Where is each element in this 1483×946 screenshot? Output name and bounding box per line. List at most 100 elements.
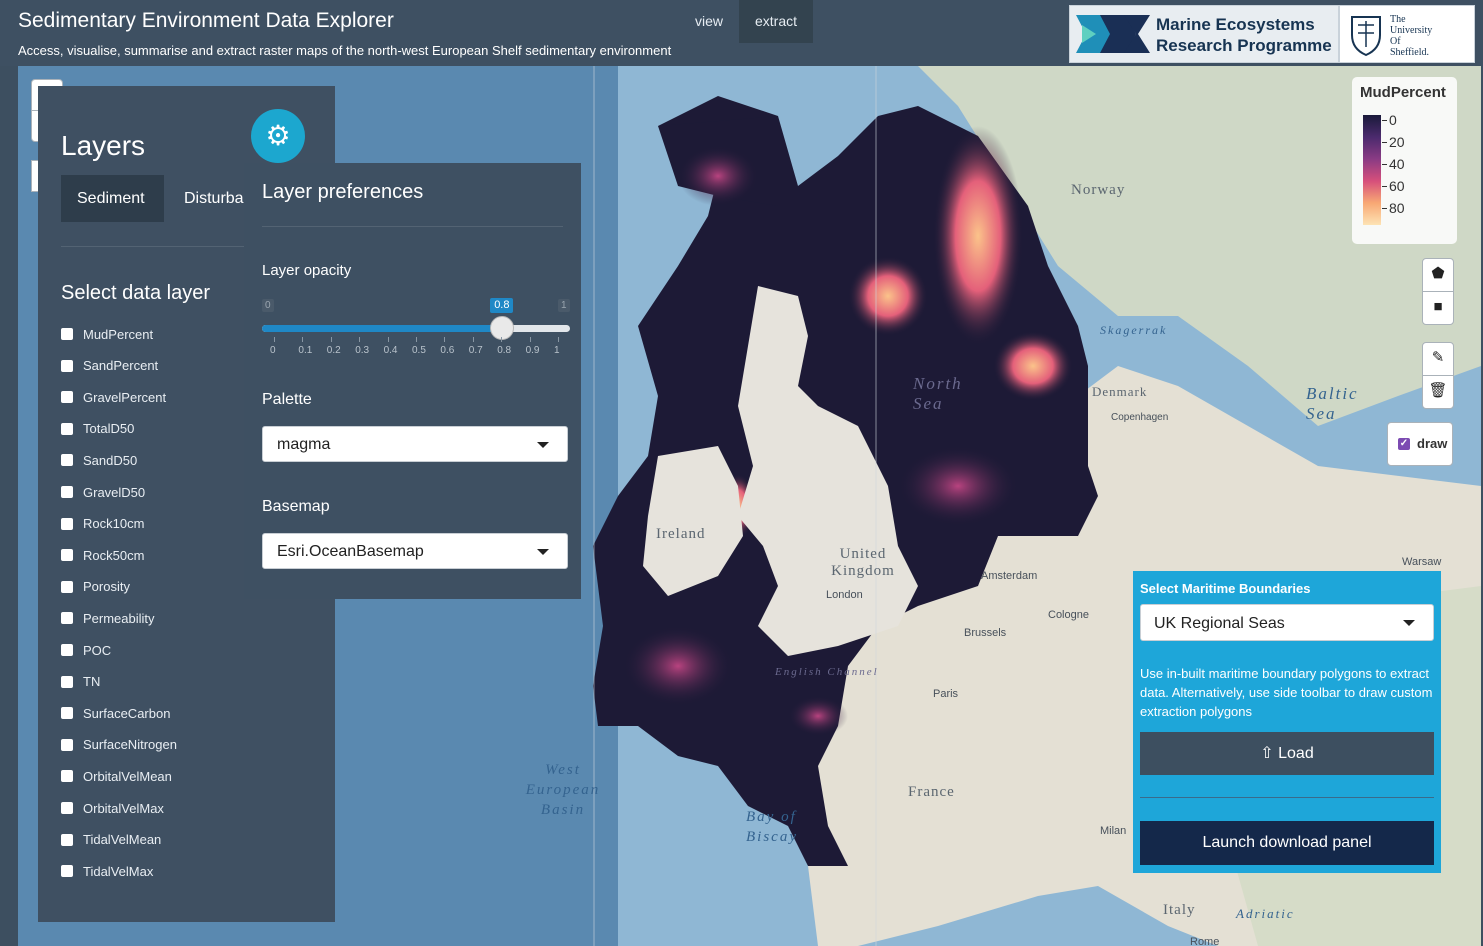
checkbox[interactable] [61,865,73,878]
maritime-boundaries-title: Select Maritime Boundaries [1140,581,1311,596]
legend-tick [1382,120,1387,121]
layer-checkbox-row[interactable]: TidalVelMax [61,861,153,881]
layer-checkbox-row[interactable]: SandPercent [61,356,158,376]
checkbox[interactable] [61,833,73,846]
nav-tab-view[interactable]: view [682,0,736,43]
layer-label: Rock10cm [83,516,145,532]
checkbox[interactable] [61,738,73,751]
settings-button[interactable]: ⚙ [251,109,305,163]
layer-checkbox-row[interactable]: Rock10cm [61,514,144,534]
checkbox[interactable] [61,359,73,372]
checkbox[interactable] [61,580,73,593]
app-header: Sedimentary Environment Data Explorer Ac… [0,0,1483,66]
legend-color-bar [1363,115,1381,225]
slider-tick-mark [558,337,559,342]
slider-tick-label: 0.2 [326,345,341,356]
map-label-france: France [908,784,955,800]
layer-checkbox-row[interactable]: SandD50 [61,450,137,470]
legend-tick [1382,208,1387,209]
layer-label: GravelD50 [83,484,146,500]
layer-label: TotalD50 [83,421,135,437]
layers-title: Layers [61,130,146,161]
chevron-down-icon [537,442,549,448]
checkbox[interactable] [61,770,73,783]
layer-label: POC [83,642,112,658]
legend-tick [1382,142,1387,143]
layer-label: SandPercent [83,358,159,374]
layer-checkbox-row[interactable]: POC [61,640,111,660]
basemap-select[interactable]: Esri.OceanBasemap [262,533,568,569]
slider-tick-label: 0.6 [440,345,455,356]
checkbox[interactable] [61,644,73,656]
checkbox[interactable] [61,612,73,625]
layer-checkbox-row[interactable]: SurfaceNitrogen [61,735,177,755]
draw-toggle[interactable]: ✓ draw [1387,422,1453,466]
map-label-norway: Norway [1071,182,1126,198]
basemap-label: Basemap [262,498,330,515]
layer-checkbox-row[interactable]: GravelD50 [61,482,145,502]
map-label-adriatic: Adriatic [1236,906,1295,921]
checkbox[interactable] [61,517,73,530]
layer-label: TidalVelMax [83,863,154,879]
layer-checkbox-row[interactable]: OrbitalVelMax [61,798,164,818]
slider-handle[interactable] [490,316,515,340]
layer-checkbox-row[interactable]: MudPercent [61,324,153,344]
layer-checkbox-row[interactable]: TN [61,672,100,692]
layer-checkbox-row[interactable]: SurfaceCarbon [61,703,170,723]
map-label-english-channel: English Channel [775,666,879,678]
slider-fill [262,325,502,332]
nav-tab-extract[interactable]: extract [739,0,813,43]
map-label-baltic-sea: Baltic Sea [1306,384,1359,423]
opacity-slider[interactable] [262,316,570,340]
checkbox[interactable] [61,422,73,435]
layer-checkbox-row[interactable]: OrbitalVelMean [61,766,172,786]
checkbox[interactable] [61,454,73,467]
slider-tick-mark [274,337,275,342]
layer-label: Porosity [83,579,130,595]
load-button[interactable]: ⇧ Load [1140,732,1434,775]
layer-checkbox-row[interactable]: Porosity [61,577,130,597]
checkbox[interactable] [61,391,73,404]
map-canvas[interactable]: Norway Ireland United Kingdom Denmark Fr… [18,66,1481,946]
legend-tick [1382,164,1387,165]
layer-checkbox-row[interactable]: TidalVelMean [61,830,161,850]
checkbox[interactable] [61,549,73,562]
checkbox[interactable] [61,675,73,688]
slider-tick-mark [387,337,389,342]
map-label-north-sea: North Sea [913,374,963,413]
checkbox[interactable] [61,802,73,814]
draw-rectangle-button[interactable]: ■ [1422,291,1454,325]
layer-label: TN [83,674,101,690]
slider-tick-mark [472,337,474,342]
layer-checkbox-row[interactable]: GravelPercent [61,387,166,407]
trash-icon: 🗑 [1428,382,1448,399]
slider-max: 1 [558,299,570,312]
map-label-cologne: Cologne [1048,609,1089,621]
crest-icon [1351,16,1381,57]
extract-divider [1140,797,1434,798]
checkbox[interactable] [61,486,73,498]
checkbox[interactable] [61,707,73,720]
slider-tick-label: 0 [270,345,276,356]
palette-select[interactable]: magma [262,426,568,462]
slider-tick-mark [416,337,417,342]
chevron-down-icon [537,549,549,555]
polygon-icon: ⬟ [1431,265,1445,282]
slider-tick-mark [501,337,503,342]
layer-checkbox-row[interactable]: Rock50cm [61,545,144,565]
delete-layers-button[interactable]: 🗑 [1422,375,1454,409]
edit-layers-button[interactable]: ✎ [1422,342,1454,376]
draw-polygon-button[interactable]: ⬟ [1422,258,1454,292]
layer-checkbox-row[interactable]: TotalD50 [61,419,134,439]
tab-sediment[interactable]: Sediment [61,175,164,222]
map-label-ireland: Ireland [656,526,706,542]
slider-tick-mark [444,337,446,342]
rectangle-icon: ■ [1433,298,1443,315]
checkbox[interactable] [61,328,73,340]
layer-checkbox-row[interactable]: Permeability [61,608,155,628]
maritime-boundaries-select[interactable]: UK Regional Seas [1140,604,1434,641]
sheffield-logo-text: The University Of Sheffield. [1390,14,1433,58]
map-label-denmark: Denmark [1092,384,1148,399]
layer-label: Permeability [83,610,155,626]
launch-download-panel-button[interactable]: Launch download panel [1140,821,1434,865]
